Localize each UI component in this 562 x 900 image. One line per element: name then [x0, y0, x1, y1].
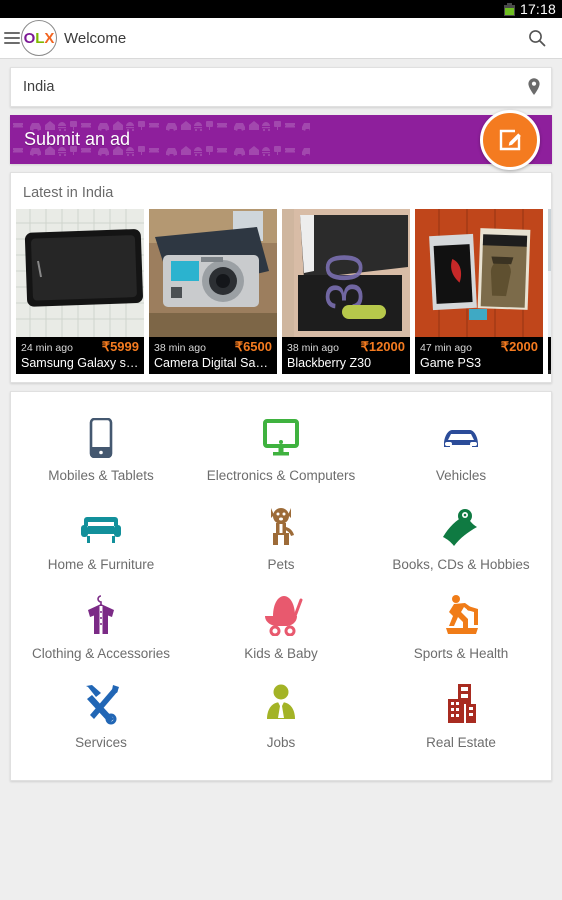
- person-tie-icon: [262, 683, 300, 725]
- list-item[interactable]: Wii 49 min a Dstv w: [548, 209, 551, 374]
- armchair-icon: [80, 505, 122, 547]
- buildings-icon: [442, 683, 480, 725]
- list-item[interactable]: 47 min ago ₹2000 Game PS3: [415, 209, 543, 374]
- location-field[interactable]: India: [10, 67, 552, 107]
- listing-meta: 47 min ago ₹2000 Game PS3: [415, 337, 543, 374]
- list-item[interactable]: 30 38 min ago ₹12000 Blackberry Z30: [282, 209, 410, 374]
- category-electronics-computers[interactable]: Electronics & Computers: [191, 406, 371, 495]
- listing-title: Blackberry Z30: [287, 356, 372, 370]
- list-item[interactable]: 38 min ago ₹6500 Camera Digital Sanyo: [149, 209, 277, 374]
- game-ps3-photo: [415, 209, 543, 337]
- latest-section: Latest in India 24 min ago ₹5999 Samsung…: [10, 172, 552, 383]
- edit-compose-icon: [499, 129, 521, 150]
- category-home-furniture[interactable]: Home & Furniture: [11, 495, 191, 584]
- category-label: Mobiles & Tablets: [48, 468, 154, 483]
- logo-letter-x: X: [44, 29, 55, 47]
- category-label: Books, CDs & Hobbies: [392, 557, 530, 572]
- listing-title: Samsung Galaxy s2 c...: [21, 356, 139, 370]
- category-real-estate[interactable]: Real Estate: [371, 673, 551, 762]
- dog-icon: [265, 505, 297, 547]
- search-icon[interactable]: [522, 23, 552, 53]
- latest-section-title: Latest in India: [23, 185, 114, 201]
- category-label: Services: [75, 735, 127, 750]
- car-icon: [440, 416, 482, 458]
- shirt-hanger-icon: [83, 594, 119, 636]
- action-bar: OLX Welcome: [0, 18, 562, 59]
- submit-ad-banner-wrapper: Submit an ad: [10, 109, 552, 170]
- category-vehicles[interactable]: Vehicles: [371, 406, 551, 495]
- category-label: Jobs: [266, 735, 296, 750]
- olx-logo[interactable]: OLX: [21, 20, 57, 56]
- page-body: India Submit an ad Latest in India 24 mi…: [0, 59, 562, 781]
- battery-icon: [503, 2, 515, 16]
- category-label: Home & Furniture: [47, 557, 155, 572]
- listing-time: 47 min ago: [420, 342, 472, 354]
- listing-meta: 24 min ago ₹5999 Samsung Galaxy s2 c...: [16, 337, 144, 374]
- treadmill-icon: [440, 594, 482, 636]
- categories-row: Mobiles & Tablets Electronics & Computer…: [11, 406, 551, 495]
- category-label: Real Estate: [426, 735, 496, 750]
- submit-ad-label: Submit an ad: [24, 129, 131, 149]
- monitor-icon: [261, 416, 301, 458]
- category-clothing-accessories[interactable]: Clothing & Accessories: [11, 584, 191, 673]
- listing-meta: 38 min ago ₹6500 Camera Digital Sanyo: [149, 337, 277, 374]
- categories-row: Services Jobs Real Estate: [11, 673, 551, 762]
- categories-section: Mobiles & Tablets Electronics & Computer…: [10, 391, 552, 781]
- category-label: Vehicles: [435, 468, 487, 483]
- listing-price: ₹6500: [234, 339, 272, 354]
- category-label: Sports & Health: [413, 646, 509, 661]
- categories-row: Clothing & Accessories Kids & Baby Sport…: [11, 584, 551, 673]
- category-label: Kids & Baby: [244, 646, 318, 661]
- book-icon: [440, 505, 482, 547]
- submit-ad-fab-button[interactable]: [480, 109, 540, 170]
- listing-photo: [16, 209, 144, 337]
- category-pets[interactable]: Pets: [191, 495, 371, 584]
- status-bar-clock: 17:18: [519, 1, 556, 17]
- category-kids-baby[interactable]: Kids & Baby: [191, 584, 371, 673]
- category-sports-health[interactable]: Sports & Health: [371, 584, 551, 673]
- listing-time: 38 min ago: [287, 342, 339, 354]
- category-books-cds-hobbies[interactable]: Books, CDs & Hobbies: [371, 495, 551, 584]
- location-pin-icon[interactable]: [527, 77, 541, 97]
- listing-price: ₹2000: [500, 339, 538, 354]
- category-mobiles-tablets[interactable]: Mobiles & Tablets: [11, 406, 191, 495]
- listing-meta: 49 min a Dstv w: [548, 337, 551, 370]
- listing-title: Camera Digital Sanyo: [154, 356, 272, 370]
- submit-ad-banner[interactable]: Submit an ad: [10, 115, 552, 164]
- listing-photo: 30: [282, 209, 410, 337]
- search-glyph: [529, 30, 546, 47]
- dstv-wii-photo: Wii: [548, 209, 551, 337]
- category-label: Clothing & Accessories: [31, 646, 171, 661]
- location-value[interactable]: India: [23, 79, 527, 95]
- blackberry-z30-photo: 30: [282, 209, 410, 337]
- tools-icon: [80, 683, 122, 725]
- logo-letter-o: O: [23, 29, 36, 47]
- logo-letter-l: L: [35, 29, 45, 47]
- categories-row: Home & Furniture Pets Books, CDs & Hobbi…: [11, 495, 551, 584]
- sanyo-camera-photo: [149, 209, 277, 337]
- status-bar: 17:18: [0, 0, 562, 18]
- page-title: Welcome: [64, 29, 127, 47]
- listing-time: 24 min ago: [21, 342, 73, 354]
- listing-photo: [149, 209, 277, 337]
- category-label: Electronics & Computers: [206, 468, 356, 483]
- category-jobs[interactable]: Jobs: [191, 673, 371, 762]
- category-services[interactable]: Services: [11, 673, 191, 762]
- samsung-galaxy-photo: [16, 209, 144, 337]
- stroller-icon: [259, 594, 303, 636]
- listing-title: Game PS3: [420, 356, 482, 370]
- mobile-phone-icon: [88, 416, 114, 458]
- listing-price: ₹5999: [101, 339, 139, 354]
- listing-time: 38 min ago: [154, 342, 206, 354]
- hamburger-menu-icon[interactable]: [4, 32, 20, 44]
- category-label: Pets: [267, 557, 295, 572]
- listing-photo: Wii: [548, 209, 551, 337]
- listing-meta: 38 min ago ₹12000 Blackberry Z30: [282, 337, 410, 374]
- listing-price: ₹12000: [360, 339, 405, 354]
- list-item[interactable]: 24 min ago ₹5999 Samsung Galaxy s2 c...: [16, 209, 144, 374]
- svg-text:30: 30: [316, 253, 374, 311]
- latest-listings-strip[interactable]: 24 min ago ₹5999 Samsung Galaxy s2 c...: [11, 209, 551, 382]
- listing-photo: [415, 209, 543, 337]
